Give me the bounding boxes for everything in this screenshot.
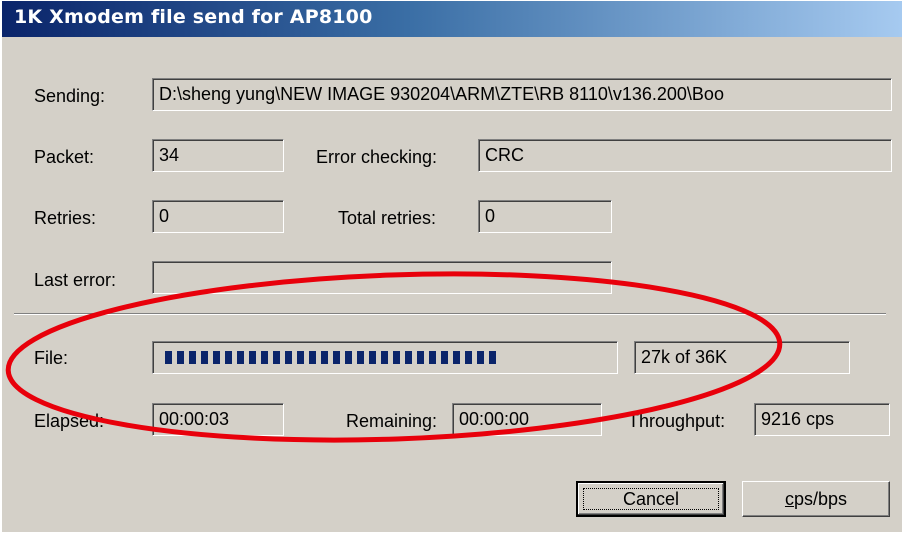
- remaining-field: 00:00:00: [452, 403, 602, 436]
- xmodem-dialog: 1K Xmodem file send for AP8100 Sending: …: [0, 0, 902, 532]
- cancel-focus-rect: [583, 488, 719, 510]
- packet-label: Packet:: [34, 147, 95, 167]
- cancel-button[interactable]: Cancel: [576, 481, 726, 517]
- elapsed-field: 00:00:03: [152, 403, 284, 436]
- file-progress-bar: [152, 341, 618, 374]
- title-bar[interactable]: 1K Xmodem file send for AP8100: [2, 1, 902, 37]
- packet-field: 34: [152, 139, 284, 172]
- retries-field: 0: [152, 200, 284, 233]
- total-retries-field: 0: [478, 200, 612, 233]
- sending-path-field: D:\sheng yung\NEW IMAGE 930204\ARM\ZTE\R…: [152, 78, 892, 111]
- throughput-label: Throughput:: [628, 411, 726, 431]
- error-checking-field: CRC: [478, 139, 892, 172]
- file-label: File:: [34, 348, 69, 368]
- total-retries-label: Total retries:: [338, 208, 437, 228]
- remaining-label: Remaining:: [346, 411, 438, 431]
- error-checking-label: Error checking:: [316, 147, 438, 167]
- group-separator: [14, 313, 886, 315]
- window-title: 1K Xmodem file send for AP8100: [14, 6, 373, 28]
- sending-label: Sending:: [34, 86, 106, 106]
- last-error-label: Last error:: [34, 270, 117, 290]
- throughput-field: 9216 cps: [754, 403, 890, 436]
- last-error-field: [152, 261, 612, 294]
- file-progress-fill: [165, 351, 496, 364]
- retries-label: Retries:: [34, 208, 97, 228]
- elapsed-label: Elapsed:: [34, 411, 105, 431]
- cps-bps-button-label: cps/bps: [784, 489, 848, 509]
- cps-bps-button[interactable]: cps/bps: [742, 481, 890, 517]
- file-progress-text: 27k of 36K: [634, 341, 850, 374]
